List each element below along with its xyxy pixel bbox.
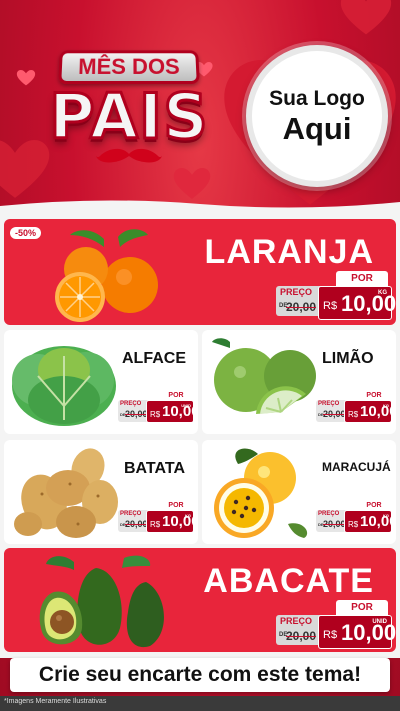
potato-icon xyxy=(14,448,118,538)
new-price-box: R$ 10,00 KG xyxy=(344,400,396,423)
header-banner: MÊS DOS PAIS Sua Logo Aqui xyxy=(0,0,400,210)
price-tag: POR PREÇO DE 20,00 R$ 10,00 UNID xyxy=(118,390,198,424)
passion-fruit-icon xyxy=(214,448,308,538)
price-tag: POR PREÇO DE 20,00 R$ 10,00 UNID xyxy=(276,600,396,650)
logo-placeholder[interactable]: Sua Logo Aqui xyxy=(246,45,388,187)
price-por-label: POR xyxy=(336,600,388,615)
product-name: ALFACE xyxy=(122,350,186,367)
price-tag: POR PREÇO DE 20,00 R$ 10,00 KG xyxy=(316,390,396,424)
price-tag: POR PREÇO DE 20,00 R$ 10,00 KG xyxy=(118,500,198,534)
old-price: 20,00 xyxy=(323,519,346,529)
new-price: 10,00 xyxy=(341,291,396,316)
heart-icon xyxy=(340,0,392,35)
new-price-box: R$ 10,00 KG xyxy=(318,286,396,320)
logo-text-line2: Aqui xyxy=(282,111,352,146)
price-preco-label: PREÇO xyxy=(120,511,142,517)
flyer-page: MÊS DOS PAIS Sua Logo Aqui -50% LARANJA … xyxy=(0,0,400,711)
product-name: LIMÃO xyxy=(322,350,374,367)
product-card-alface[interactable]: ALFACE POR PREÇO DE 20,00 R$ 10,00 UNID xyxy=(4,330,198,434)
price-unit: UNID xyxy=(372,619,387,625)
product-card-laranja[interactable]: -50% LARANJA POR PREÇO DE 20,00 R$ 10,00… xyxy=(4,219,396,325)
new-price-box: R$ 10,00 UNID xyxy=(318,615,396,649)
price-unit: KG xyxy=(383,513,389,518)
new-price: 10,00 xyxy=(341,620,396,645)
new-price-box: R$ 10,00 KG xyxy=(344,510,396,533)
currency-symbol: R$ xyxy=(150,410,161,419)
orange-icon xyxy=(55,229,158,322)
product-card-maracuja[interactable]: MARACUJÁ POR PREÇO DE 20,00 R$ 10,00 KG xyxy=(202,440,396,544)
old-price: 20,00 xyxy=(286,629,317,643)
footer-bar: *Imagens Meramente Ilustrativas xyxy=(0,696,400,711)
price-tag: POR PREÇO DE 20,00 R$ 10,00 KG xyxy=(316,500,396,534)
product-card-batata[interactable]: BATATA POR PREÇO DE 20,00 R$ 10,00 KG xyxy=(4,440,198,544)
currency-symbol: R$ xyxy=(323,300,338,312)
product-card-abacate[interactable]: ABACATE POR PREÇO DE 20,00 R$ 10,00 UNID xyxy=(4,548,396,652)
lettuce-icon xyxy=(12,346,116,426)
disclaimer-text: *Imagens Meramente Ilustrativas xyxy=(4,698,107,705)
price-unit: KG xyxy=(185,513,191,518)
product-name: LARANJA xyxy=(204,233,374,271)
price-preco-label: PREÇO xyxy=(280,616,313,626)
discount-badge: -50% xyxy=(10,227,42,239)
old-price: 20,00 xyxy=(323,409,346,419)
lime-icon xyxy=(212,338,316,414)
old-price-box: PREÇO DE 20,00 xyxy=(276,286,324,316)
title-ribbon: MÊS DOS xyxy=(58,50,200,85)
price-unit: UNID xyxy=(181,403,191,408)
new-price: 10,00 xyxy=(162,513,198,530)
new-price-box: R$ 10,00 UNID xyxy=(146,400,198,423)
logo-text-line1: Sua Logo xyxy=(269,87,365,110)
product-name: BATATA xyxy=(124,460,186,477)
price-unit: KG xyxy=(383,403,389,408)
product-name: ABACATE xyxy=(203,562,374,600)
price-unit: KG xyxy=(378,290,387,296)
mustache-icon xyxy=(96,148,162,163)
page-title: PAIS xyxy=(48,80,209,153)
product-name: MARACUJÁ xyxy=(322,460,391,474)
new-price: 10,00 xyxy=(162,403,198,420)
currency-symbol: R$ xyxy=(323,629,338,641)
new-price: 10,00 xyxy=(360,513,396,530)
currency-symbol: R$ xyxy=(348,520,359,529)
currency-symbol: R$ xyxy=(150,520,161,529)
price-tag: POR PREÇO DE 20,00 R$ 10,00 KG xyxy=(276,271,396,321)
old-price: 20,00 xyxy=(125,519,148,529)
price-por-label: POR xyxy=(336,271,388,286)
avocado-icon xyxy=(39,555,164,648)
cta-banner[interactable]: Crie seu encarte com este tema! xyxy=(10,658,390,692)
currency-symbol: R$ xyxy=(348,410,359,419)
price-preco-label: PREÇO xyxy=(318,511,340,517)
title-logo: MÊS DOS PAIS xyxy=(14,44,234,174)
product-card-limao[interactable]: LIMÃO POR PREÇO DE 20,00 R$ 10,00 KG xyxy=(202,330,396,434)
price-preco-label: PREÇO xyxy=(280,287,313,297)
new-price: 10,00 xyxy=(360,403,396,420)
old-price: 20,00 xyxy=(125,409,148,419)
new-price-box: R$ 10,00 KG xyxy=(146,510,198,533)
price-preco-label: PREÇO xyxy=(318,401,340,407)
price-preco-label: PREÇO xyxy=(120,401,142,407)
old-price: 20,00 xyxy=(286,300,317,314)
old-price-box: PREÇO DE 20,00 xyxy=(276,615,324,645)
